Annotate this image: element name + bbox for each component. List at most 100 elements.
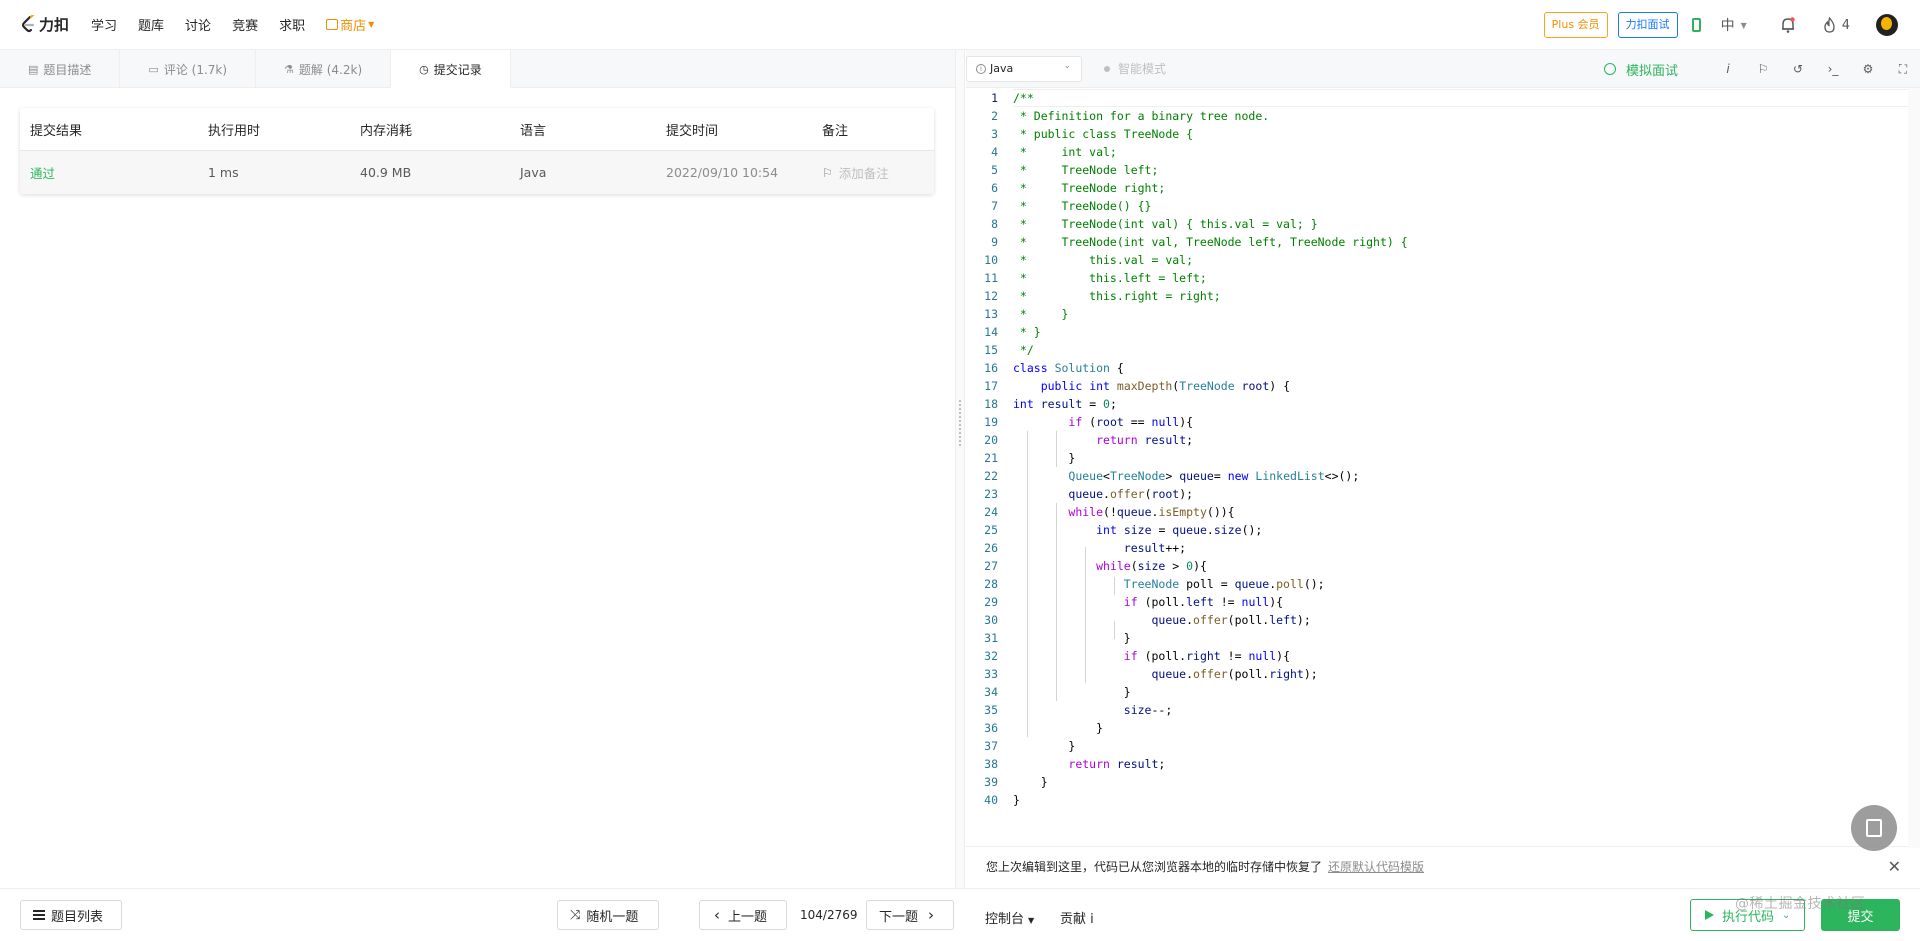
mobile-app-icon[interactable] [1691,18,1701,32]
reset-icon[interactable]: ↺ [1791,62,1805,76]
code-line[interactable]: 28 TreeNode poll = queue.poll(); [966,575,1916,593]
settings-icon[interactable]: ⚙ [1861,62,1875,76]
tab-comments[interactable]: ▭ 评论 (1.7k) [120,50,257,88]
info-icon[interactable]: i [1721,62,1735,76]
restore-default-link[interactable]: 还原默认代码模版 [1328,858,1424,875]
tab-submissions[interactable]: ◷ 提交记录 [391,50,511,89]
code-line[interactable]: 22 Queue<TreeNode> queue= new LinkedList… [966,467,1916,485]
code-line[interactable]: 30 queue.offer(poll.left); [966,611,1916,629]
code-line[interactable]: 36 } [966,719,1916,737]
code-line[interactable]: 20 return result; [966,431,1916,449]
nav-link-shop[interactable]: 商店 ▼ [326,15,374,34]
code-line[interactable]: 39 } [966,773,1916,791]
close-icon[interactable]: ✕ [1888,857,1901,876]
code-line[interactable]: 29 if (poll.left != null){ [966,593,1916,611]
code-line[interactable]: 25 int size = queue.size(); [966,521,1916,539]
code-line[interactable]: 32 if (poll.right != null){ [966,647,1916,665]
code-line[interactable]: 11 * this.left = left; [966,269,1916,287]
code-text: } [1013,739,1076,753]
code-line[interactable]: 17 public int maxDepth(TreeNode root) { [966,377,1916,395]
nav-link-jobs[interactable]: 求职 [279,15,305,34]
list-icon [33,910,45,920]
code-line[interactable]: 5 * TreeNode left; [966,161,1916,179]
editor-panel: i Java ⌄ 智能模式 模拟面试 i ⚐ ↺ ›_ ⚙ ⛶ 1 /** 2 … [966,50,1920,888]
result-status[interactable]: 通过 [20,163,208,182]
table-header: 提交结果 执行用时 内存消耗 语言 提交时间 备注 [20,108,934,151]
question-list-button[interactable]: 题目列表 [20,900,122,930]
code-text: TreeNode poll = queue.poll(); [1123,577,1325,591]
code-line[interactable]: 21 } [966,449,1916,467]
user-avatar[interactable] [1876,14,1898,36]
code-text: if (root == null){ [1068,415,1194,429]
leetcode-logo[interactable]: 力扣 [20,14,69,35]
code-line[interactable]: 14 * } [966,323,1916,341]
console-toggle[interactable]: 控制台 ▼ [985,908,1034,927]
code-line[interactable]: 2 * Definition for a binary tree node. [966,107,1916,125]
line-number: 28 [984,577,998,591]
fullscreen-icon[interactable]: ⛶ [1896,62,1910,76]
code-line[interactable]: 27 while(size > 0){ [966,557,1916,575]
tab-solutions[interactable]: ⚗ 题解 (4.2k) [256,50,392,88]
code-line[interactable]: 24 while(!queue.isEmpty()){ [966,503,1916,521]
bell-icon[interactable] [1781,17,1795,33]
code-text: while(!queue.isEmpty()){ [1068,505,1235,519]
language-switch[interactable]: 中 ▼ [1721,15,1747,35]
code-line[interactable]: 18 int result = 0; [966,395,1916,413]
code-line[interactable]: 38 return result; [966,755,1916,773]
indent-guide [1027,431,1028,737]
code-line[interactable]: 13 * } [966,305,1916,323]
code-text: } [1013,775,1048,789]
editor-scrollbar[interactable] [1908,88,1920,848]
nav-link-problems[interactable]: 题库 [138,15,164,34]
nav-link-discuss[interactable]: 讨论 [185,15,211,34]
code-line[interactable]: 31 } [966,629,1916,647]
panel-resize-handle[interactable] [955,50,965,888]
code-line[interactable]: 8 * TreeNode(int val) { this.val = val; … [966,215,1916,233]
mock-interview-button[interactable]: 模拟面试 [1603,60,1678,79]
code-line[interactable]: 35 size--; [966,701,1916,719]
line-number: 18 [984,397,998,411]
code-line[interactable]: 12 * this.right = right; [966,287,1916,305]
plus-member-button[interactable]: Plus 会员 [1543,12,1608,38]
code-line[interactable]: 40} [966,791,1916,809]
code-text: queue.offer(poll.left); [1151,613,1311,627]
code-line[interactable]: 23 queue.offer(root); [966,485,1916,503]
code-line[interactable]: 15 */ [966,341,1916,359]
code-line[interactable]: 3 * public class TreeNode { [966,125,1916,143]
code-text: * } [1013,325,1041,339]
code-line[interactable]: 6 * TreeNode right; [966,179,1916,197]
contribute-button[interactable]: 贡献 i [1060,908,1094,927]
line-number: 1 [991,91,998,105]
nav-link-learn[interactable]: 学习 [91,15,117,34]
next-question-button[interactable]: 下一题 › [866,900,954,930]
code-editor[interactable]: 1/** 2 * Definition for a binary tree nod… [966,89,1920,846]
nav-link-contest[interactable]: 竞赛 [232,15,258,34]
caret-down-icon: ▼ [368,20,375,29]
smart-mode-toggle[interactable]: 智能模式 [1104,60,1166,77]
code-line[interactable]: 19 if (root == null){ [966,413,1916,431]
flag-icon[interactable]: ⚐ [1756,62,1770,76]
code-line[interactable]: 10 * this.val = val; [966,251,1916,269]
streak-counter[interactable]: 4 [1823,17,1850,33]
code-line[interactable]: 4 * int val; [966,143,1916,161]
notes-float-button[interactable] [1851,805,1897,851]
add-note-button[interactable]: ⚐ 添加备注 [822,163,934,182]
language-select[interactable]: i Java ⌄ [966,55,1082,82]
random-question-button[interactable]: ⤨ 随机一题 [557,900,659,930]
leetcode-interview-button[interactable]: 力扣面试 [1617,12,1678,38]
code-line[interactable]: 9 * TreeNode(int val, TreeNode left, Tre… [966,233,1916,251]
code-text: * } [1013,307,1069,321]
terminal-icon[interactable]: ›_ [1826,62,1840,76]
tab-description[interactable]: ▤ 题目描述 [0,50,121,88]
code-line[interactable]: 33 queue.offer(poll.right); [966,665,1916,683]
code-text: } [1013,685,1131,699]
code-line[interactable]: 16 class Solution { [966,359,1916,377]
code-line[interactable]: 26 result++; [966,539,1916,557]
code-line[interactable]: 34 } [966,683,1916,701]
shop-label: 商店 [340,19,367,34]
code-line[interactable]: 7 * TreeNode() {} [966,197,1916,215]
code-line[interactable]: 37 } [966,737,1916,755]
table-row[interactable]: 通过 1 ms 40.9 MB Java 2022/09/10 10:54 ⚐ … [20,151,934,194]
prev-question-button[interactable]: ‹ 上一题 [699,900,787,930]
line-number: 39 [984,775,998,789]
